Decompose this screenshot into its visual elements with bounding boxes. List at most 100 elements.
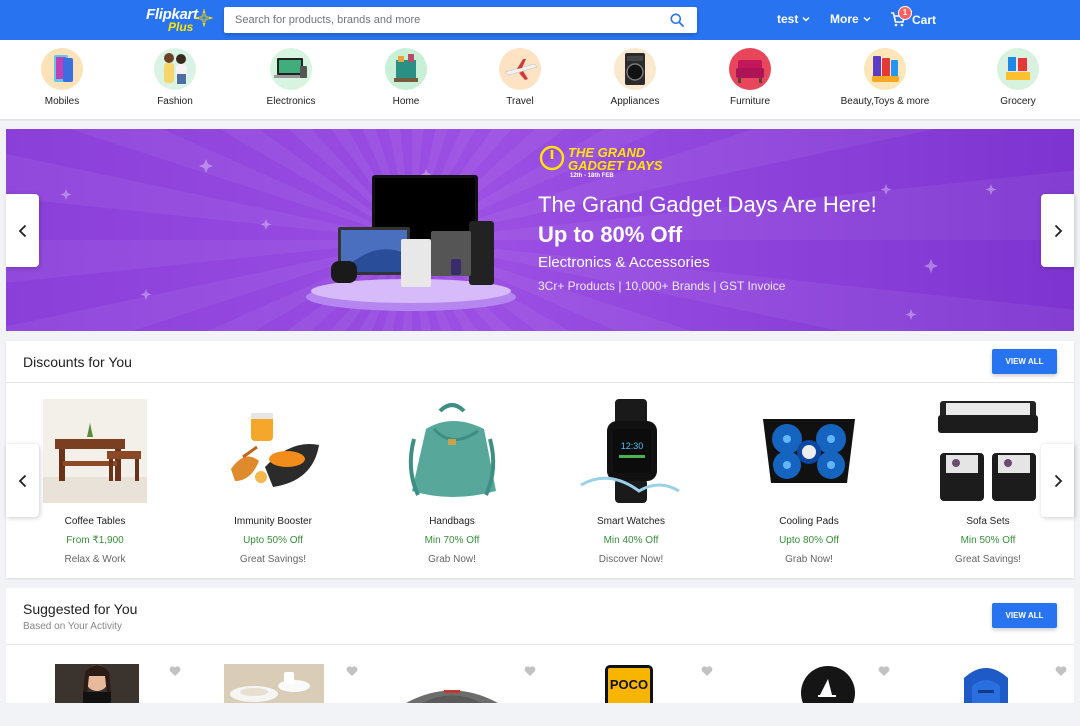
category-bar: Mobiles Fashion Electronics Home Travel … [0,40,1080,119]
deal-card-smart-watches[interactable]: 12:30 Smart Watches Min 40% Off Discover… [551,399,711,565]
banner-category: Electronics & Accessories [538,254,710,271]
category-label: Appliances [610,96,660,107]
banner-next-button[interactable] [1041,194,1074,267]
category-label: Travel [506,96,534,107]
category-furniture[interactable]: Furniture [695,48,805,107]
suggested-product-card[interactable] [15,664,175,726]
more-menu[interactable]: More [830,12,871,26]
banner-headline: The Grand Gadget Days Are Here! [538,192,877,217]
fashion-image [154,48,196,90]
deal-name: Coffee Tables [64,516,126,527]
suggested-product-card[interactable] [372,664,532,726]
category-travel[interactable]: Travel [465,48,575,107]
immunity-booster-image [221,399,325,503]
deal-offer: Upto 80% Off [779,535,839,546]
logo-sub-text: Plus [168,20,194,34]
deals-next-button[interactable] [1041,444,1074,517]
category-beauty-toys[interactable]: Beauty,Toys & more [830,48,940,107]
product-image-speaker [801,666,855,703]
coffee-tables-image [43,399,147,503]
svg-text:12:30: 12:30 [621,441,644,451]
top-header-bar: Flipkart Plus test More Cart 1 [0,0,1080,40]
category-grocery[interactable]: Grocery [963,48,1073,107]
banner-dates: 12th - 18th FEB [570,173,614,179]
furniture-image [729,48,771,90]
category-label: Home [392,96,420,107]
category-label: Fashion [157,96,193,107]
heart-icon[interactable] [524,665,536,677]
plus-star-icon [194,8,214,28]
category-label: Beauty,Toys & more [840,96,930,107]
chevron-left-icon [18,474,26,487]
deal-card-immunity-booster[interactable]: Immunity Booster Upto 50% Off Great Savi… [193,399,353,565]
flipkart-plus-logo[interactable]: Flipkart Plus [146,6,216,34]
promo-banner[interactable]: THE GRAND GADGET DAYS 12th - 18th FEB Th… [6,129,1074,331]
heart-icon[interactable] [701,665,713,677]
sofa-sets-image [936,399,1040,503]
deal-name: Handbags [429,516,475,527]
deal-card-coffee-tables[interactable]: Coffee Tables From ₹1,900 Relax & Work [15,399,175,565]
cart-count-badge: 1 [898,6,912,20]
deal-tagline: Grab Now! [785,554,833,565]
appliances-image [614,48,656,90]
product-image-dinnerware [224,664,324,703]
banner-badge-title: THE GRAND GADGET DAYS [568,145,663,173]
cooling-pads-image [757,399,861,503]
chevron-right-icon [1054,224,1062,237]
deal-card-handbags[interactable]: Handbags Min 70% Off Grab Now! [372,399,532,565]
banner-prev-button[interactable] [6,194,39,267]
category-electronics[interactable]: Electronics [236,48,346,107]
heart-icon[interactable] [1055,665,1067,677]
grocery-image [997,48,1039,90]
deal-offer: From ₹1,900 [66,535,124,546]
heart-icon[interactable] [346,665,358,677]
heart-icon[interactable] [169,665,181,677]
chevron-right-icon [1054,474,1062,487]
deal-tagline: Relax & Work [64,554,126,565]
deal-offer: Upto 50% Off [243,535,303,546]
category-mobiles[interactable]: Mobiles [7,48,117,107]
suggested-product-card[interactable] [729,664,889,726]
smart-watches-image: 12:30 [579,399,683,503]
search-input[interactable] [224,7,664,33]
mobiles-image [41,48,83,90]
category-home[interactable]: Home [351,48,461,107]
discounts-section: Discounts for You VIEW ALL Coffee Tables… [6,341,1074,578]
product-image-gadget [406,690,498,703]
cart-button[interactable]: Cart [890,12,936,27]
section-subtitle: Based on Your Activity [23,621,122,632]
deal-name: Sofa Sets [966,516,1010,527]
user-name: test [777,12,799,26]
category-fashion[interactable]: Fashion [120,48,230,107]
suggested-product-card[interactable]: POCO [551,664,711,726]
heart-icon[interactable] [878,665,890,677]
deals-carousel: Coffee Tables From ₹1,900 Relax & Work I… [6,382,1074,578]
beauty-toys-image [864,48,906,90]
gadgets-illustration [306,175,516,311]
handbags-image [400,399,504,503]
phone-brand-text: POCO [609,677,649,692]
category-appliances[interactable]: Appliances [580,48,690,107]
suggested-product-card[interactable] [193,664,353,726]
electronics-image [270,48,312,90]
deal-tagline: Great Savings! [239,554,307,565]
view-all-button[interactable]: VIEW ALL [992,349,1057,374]
category-label: Furniture [729,96,770,107]
category-label: Mobiles [44,96,80,107]
deal-card-cooling-pads[interactable]: Cooling Pads Upto 80% Off Grab Now! [729,399,889,565]
user-account-menu[interactable]: test [777,12,810,26]
product-image-phone: POCO [605,665,653,703]
search-icon[interactable] [670,13,684,27]
banner-details: 3Cr+ Products | 10,000+ Brands | GST Inv… [538,279,786,293]
category-label: Grocery [1000,96,1036,107]
category-label: Electronics [266,96,316,107]
view-all-button[interactable]: VIEW ALL [992,603,1057,628]
deals-prev-button[interactable] [6,444,39,517]
chevron-down-icon [802,17,810,22]
deal-offer: Min 50% Off [960,535,1016,546]
section-divider [6,644,1074,645]
home-image [385,48,427,90]
search-bar [224,7,697,33]
power-icon [539,145,565,171]
suggested-product-card[interactable] [908,664,1068,726]
